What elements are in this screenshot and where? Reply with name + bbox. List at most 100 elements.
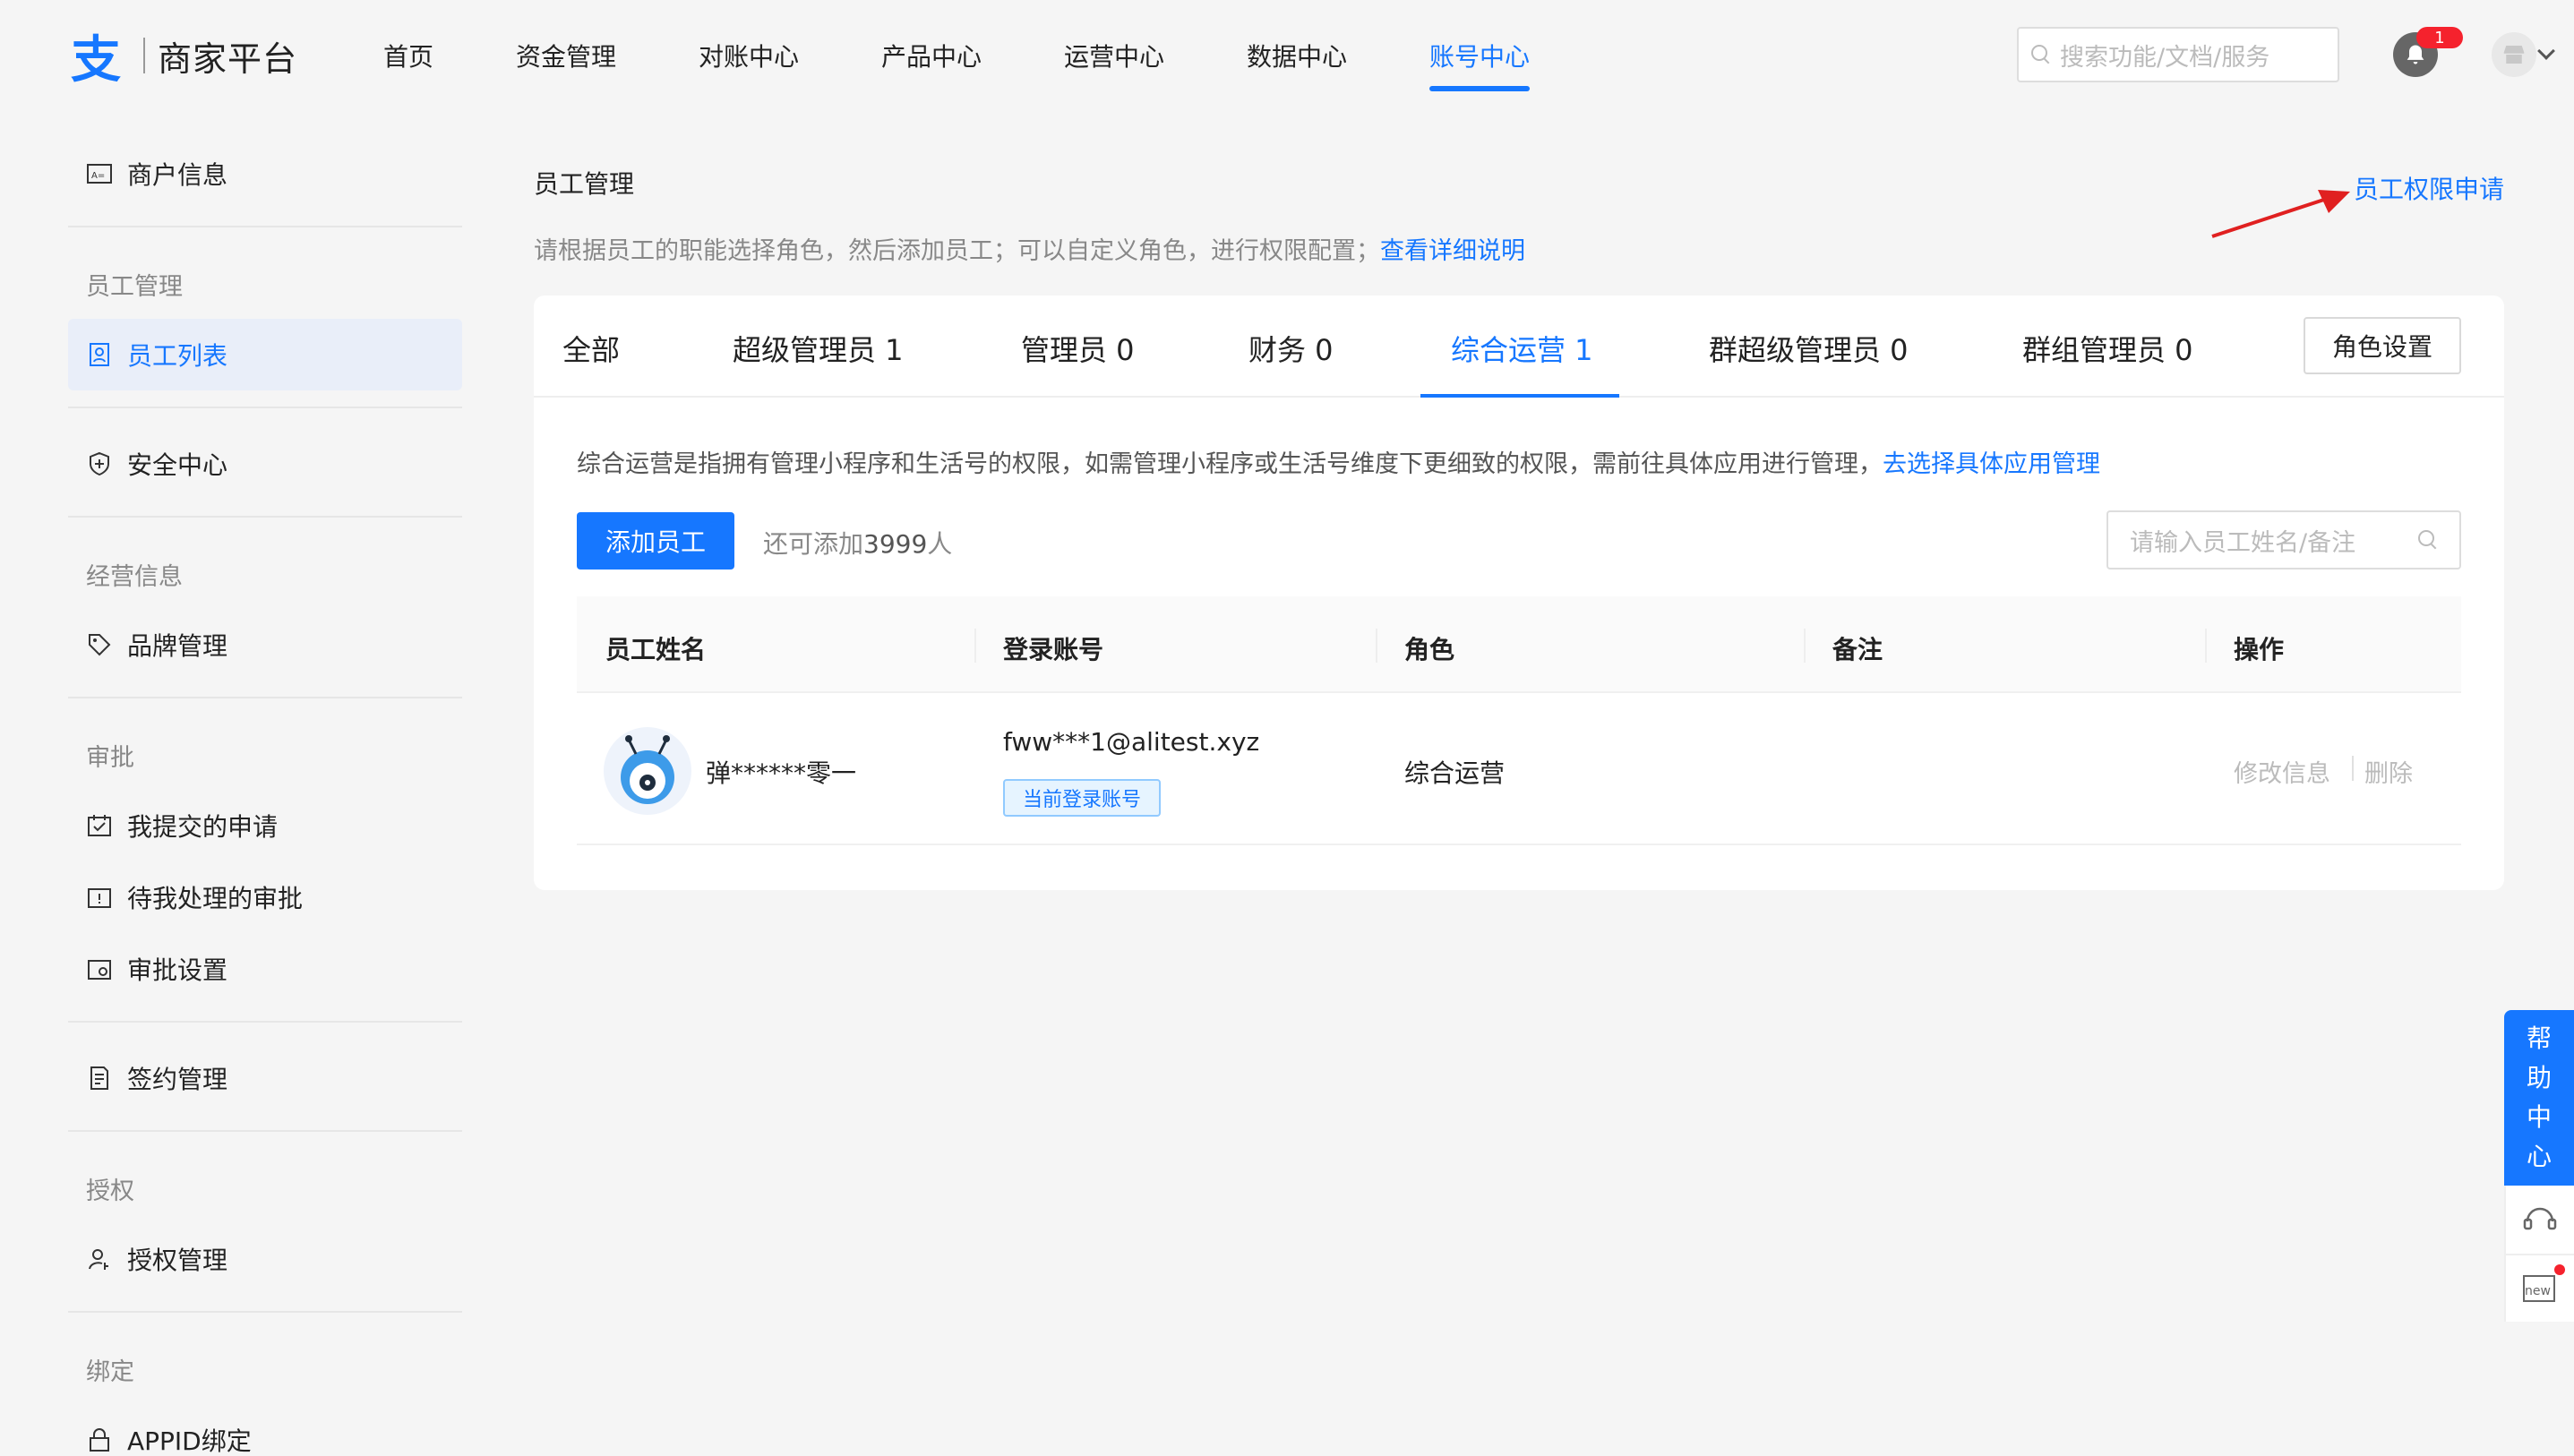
user-avatar[interactable] <box>2492 32 2536 77</box>
help-center-button[interactable]: 帮 助 中 心 <box>2504 1010 2574 1186</box>
customer-service-button[interactable] <box>2504 1186 2574 1254</box>
action-separator <box>2352 756 2354 781</box>
notification-count-badge: 1 <box>2416 27 2463 48</box>
sidebar-item-approval-settings[interactable]: 审批设置 <box>68 933 462 1005</box>
select-app-link[interactable]: 去选择具体应用管理 <box>1883 450 2100 478</box>
whats-new-button[interactable]: new <box>2504 1254 2574 1322</box>
svg-text:A=: A= <box>91 171 105 181</box>
alert-calendar-icon <box>86 884 113 911</box>
quota-prefix: 还可添加 <box>763 529 864 559</box>
sidebar-divider <box>68 1311 462 1313</box>
new-icon: new <box>2523 1275 2555 1302</box>
annotation-arrow-icon <box>2211 190 2350 238</box>
sidebar-item-pending-approvals[interactable]: 待我处理的审批 <box>68 861 462 933</box>
sidebar-item-brand-management[interactable]: 品牌管理 <box>68 609 462 681</box>
sidebar-item-staff-list[interactable]: 员工列表 <box>68 319 462 390</box>
sidebar-group-staff: 员工管理 <box>86 273 183 301</box>
nav-fund-management[interactable]: 资金管理 <box>516 38 616 73</box>
staff-permission-request-link[interactable]: 员工权限申请 <box>2354 170 2504 206</box>
quota-text: 还可添加3999人 <box>763 525 952 561</box>
active-nav-indicator <box>1429 86 1530 91</box>
sidebar-item-contract-management[interactable]: 签约管理 <box>68 1042 462 1114</box>
tab-operations[interactable]: 综合运营 1 <box>1451 328 1593 369</box>
help-char: 帮 <box>2526 1023 2552 1053</box>
add-staff-button[interactable]: 添加员工 <box>577 512 734 570</box>
sidebar-item-security-center[interactable]: 安全中心 <box>68 428 462 500</box>
tag-icon <box>86 631 113 658</box>
staff-list-icon <box>86 341 113 368</box>
sidebar-divider <box>68 1021 462 1023</box>
global-search-input[interactable]: 搜索功能/文档/服务 <box>2017 27 2339 82</box>
sidebar-item-label: 安全中心 <box>127 450 228 480</box>
column-separator <box>1376 629 1377 663</box>
sidebar-item-label: 员工列表 <box>127 341 228 371</box>
nav-reconciliation[interactable]: 对账中心 <box>699 38 799 73</box>
nav-home[interactable]: 首页 <box>383 38 433 73</box>
chevron-down-icon[interactable] <box>2537 42 2555 60</box>
user-key-icon <box>86 1246 113 1272</box>
nav-operations[interactable]: 运营中心 <box>1064 38 1164 73</box>
logo[interactable]: 支 商家平台 <box>66 29 298 90</box>
sidebar-group-business: 经营信息 <box>86 563 183 591</box>
sidebar-divider <box>68 1130 462 1132</box>
global-search-placeholder: 搜索功能/文档/服务 <box>2060 43 2270 72</box>
sidebar-item-label: 审批设置 <box>127 955 228 985</box>
headset-icon <box>2523 1207 2557 1230</box>
tab-group-admin[interactable]: 群组管理员 0 <box>2022 328 2193 369</box>
role-tip: 综合运营是指拥有管理小程序和生活号的权限，如需管理小程序或生活号维度下更细致的权… <box>577 444 2100 479</box>
staff-avatar <box>604 727 691 815</box>
sidebar-item-appid-binding[interactable]: APPID绑定 <box>68 1404 462 1456</box>
tab-all[interactable]: 全部 <box>562 328 620 369</box>
staff-account: fww***1@alitest.xyz <box>1003 727 1260 757</box>
sidebar-divider <box>68 516 462 518</box>
top-navigation-bar: 支 商家平台 首页 资金管理 对账中心 产品中心 运营中心 数据中心 账号中心 … <box>0 0 2574 107</box>
sidebar-item-label: 签约管理 <box>127 1065 228 1094</box>
tab-super-admin[interactable]: 超级管理员 1 <box>733 328 904 369</box>
quota-suffix: 人 <box>927 529 953 559</box>
sidebar-item-merchant-info[interactable]: A= 商户信息 <box>68 138 462 210</box>
column-header-account: 登录账号 <box>1003 635 1104 664</box>
sidebar-divider <box>68 697 462 698</box>
delete-action[interactable]: 删除 <box>2364 754 2413 789</box>
logo-text: 商家平台 <box>158 39 298 79</box>
staff-name: 弹******零一 <box>706 758 857 788</box>
alipay-logo-mark: 支 <box>71 30 121 90</box>
nav-account-center[interactable]: 账号中心 <box>1429 38 1530 73</box>
logo-divider <box>143 38 145 73</box>
tab-group-super-admin[interactable]: 群超级管理员 0 <box>1709 328 1909 369</box>
tab-admin[interactable]: 管理员 0 <box>1021 328 1135 369</box>
nav-products[interactable]: 产品中心 <box>881 38 982 73</box>
help-char: 助 <box>2526 1063 2552 1092</box>
column-separator <box>1804 629 1806 663</box>
staff-role: 综合运营 <box>1404 758 1506 788</box>
new-label: new <box>2525 1284 2551 1298</box>
table-row: 弹******零一 fww***1@alitest.xyz 当前登录账号 综合运… <box>577 693 2461 845</box>
column-separator <box>2205 629 2207 663</box>
sidebar-item-label: 待我处理的审批 <box>127 884 304 913</box>
nav-data[interactable]: 数据中心 <box>1247 38 1347 73</box>
view-details-link[interactable]: 查看详细说明 <box>1380 237 1525 265</box>
search-icon[interactable] <box>2418 530 2438 550</box>
staff-card: 全部 超级管理员 1 管理员 0 财务 0 综合运营 1 群超级管理员 0 群组… <box>534 295 2504 890</box>
robot-avatar-icon <box>621 735 674 804</box>
sidebar-divider <box>68 226 462 227</box>
page-description-text: 请根据员工的职能选择角色，然后添加员工；可以自定义角色，进行权限配置； <box>534 237 1380 265</box>
tab-finance[interactable]: 财务 0 <box>1248 328 1334 369</box>
role-tip-text: 综合运营是指拥有管理小程序和生活号的权限，如需管理小程序或生活号维度下更细致的权… <box>577 450 1883 478</box>
sidebar-item-label: APPID绑定 <box>127 1426 252 1456</box>
search-icon <box>2031 45 2051 64</box>
sidebar-item-auth-management[interactable]: 授权管理 <box>68 1223 462 1295</box>
sidebar-group-approval: 审批 <box>86 744 134 772</box>
quota-number: 3999 <box>863 529 928 559</box>
table-header: 员工姓名 登录账号 角色 备注 操作 <box>577 596 2461 693</box>
sidebar-item-my-requests[interactable]: 我提交的申请 <box>68 790 462 861</box>
sidebar-group-auth: 授权 <box>86 1178 134 1205</box>
sidebar-item-label: 商户信息 <box>127 160 228 190</box>
id-card-icon: A= <box>86 160 113 187</box>
store-icon <box>2503 46 2525 64</box>
role-settings-button[interactable]: 角色设置 <box>2304 317 2461 374</box>
staff-search-input[interactable]: 请输入员工姓名/备注 <box>2106 510 2461 570</box>
column-separator <box>974 629 976 663</box>
edit-info-action[interactable]: 修改信息 <box>2234 754 2330 789</box>
column-header-remark: 备注 <box>1832 635 1883 664</box>
